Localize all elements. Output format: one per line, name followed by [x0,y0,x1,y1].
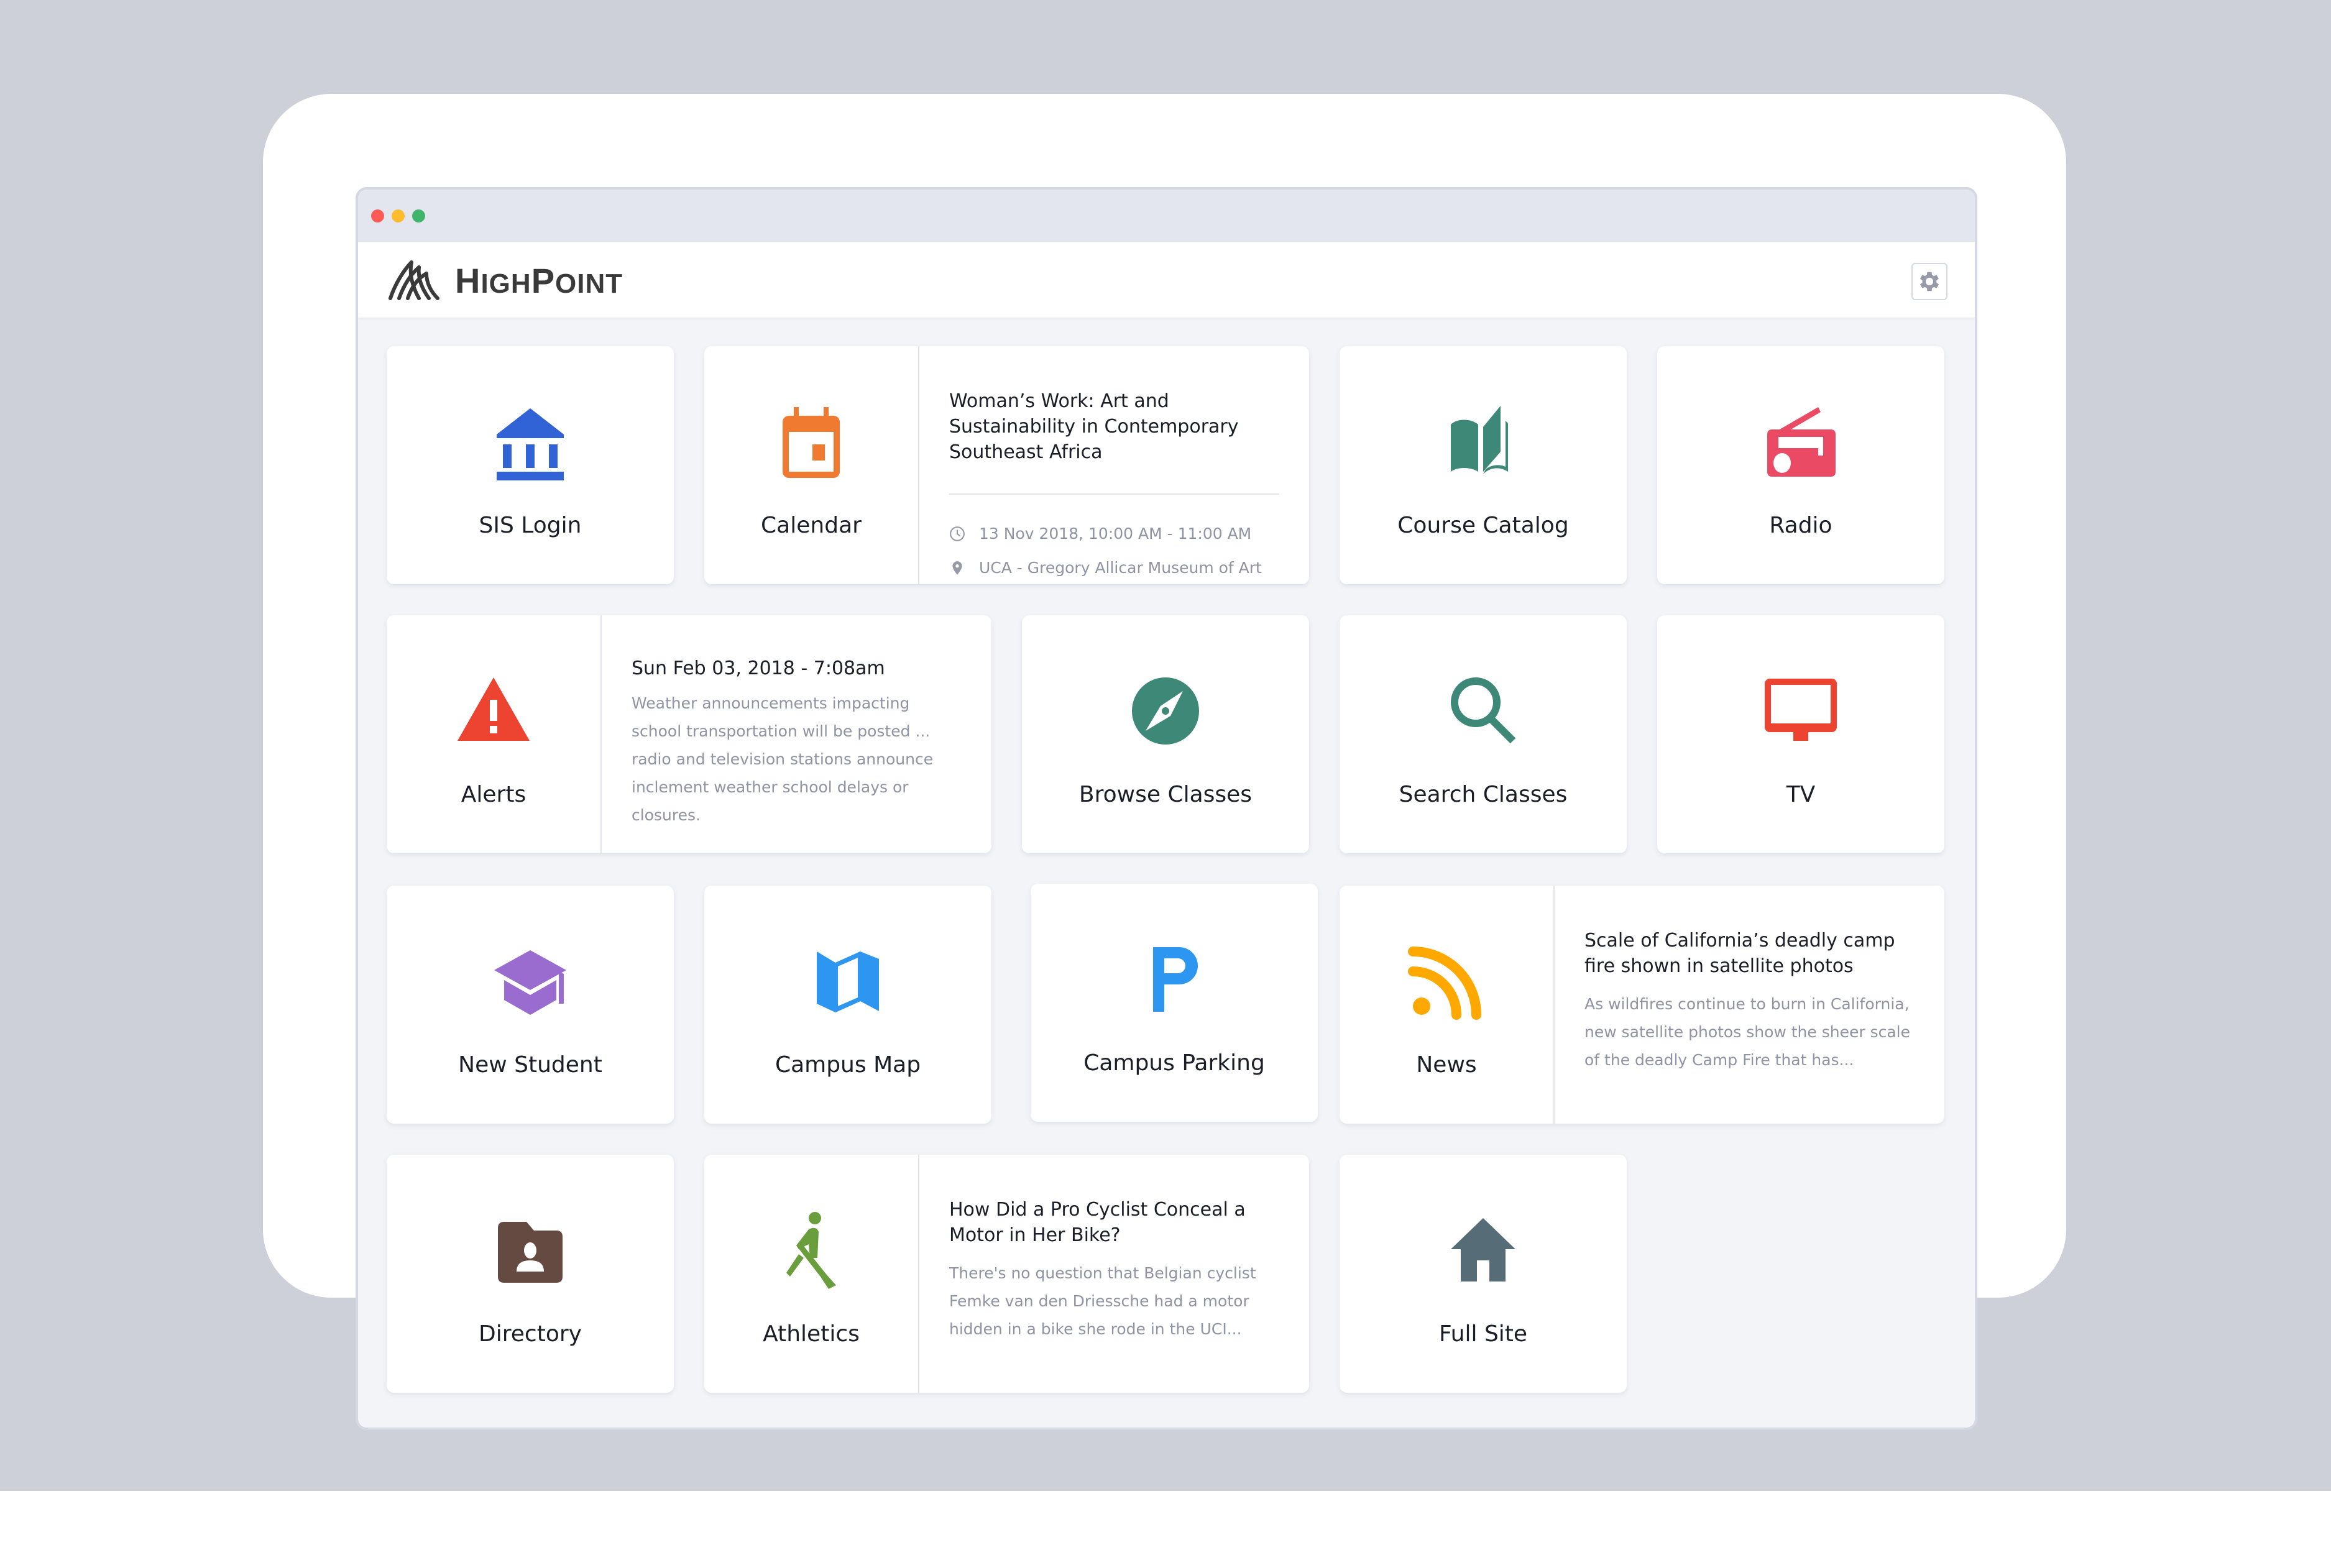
compass-icon [1132,677,1199,745]
tile-label: Radio [1769,513,1832,538]
tv-icon [1765,679,1837,741]
alert-body: Weather announcements impacting school t… [632,694,934,824]
book-icon [1451,406,1508,474]
event-location-row: UCA - Gregory Allicar Museum of Art [949,559,1279,577]
athletics-article-preview[interactable]: How Did a Pro Cyclist Conceal a Motor in… [919,1155,1309,1393]
event-time: 13 Nov 2018, 10:00 AM - 11:00 AM [979,525,1252,543]
tile-sis-login[interactable]: SIS Login [387,346,674,584]
tile-label: SIS Login [479,513,582,538]
minimize-window-button[interactable] [392,209,405,222]
tile-new-student[interactable]: New Student [387,886,674,1124]
tile-label: Browse Classes [1078,782,1253,807]
close-window-button[interactable] [371,209,384,222]
tile-label: Athletics [763,1321,860,1347]
tile-label: Directory [479,1321,582,1347]
highpoint-logo[interactable]: HIGHPOINT [388,257,623,304]
tile-label: Calendar [761,513,862,538]
tile-browse-classes[interactable]: Browse Classes [1022,615,1309,853]
gear-icon [1920,272,1939,291]
radio-icon [1767,407,1836,477]
search-icon [1451,677,1516,744]
calendar-icon [783,407,840,478]
home-icon [1451,1218,1515,1281]
tile-label: TV [1786,782,1816,807]
contacts-folder-icon [498,1222,563,1283]
tile-alerts[interactable]: Alerts Sun Feb 03, 2018 - 7:08am Weather… [387,615,991,853]
window-titlebar [358,190,1975,242]
settings-button[interactable] [1911,263,1947,300]
tile-label: Full Site [1438,1321,1528,1347]
tile-label: Course Catalog [1397,513,1569,538]
tile-directory[interactable]: Directory [387,1155,674,1393]
article-summary: As wildfires continue to burn in Califor… [1584,995,1910,1069]
event-time-row: 13 Nov 2018, 10:00 AM - 11:00 AM [949,525,1279,543]
article-summary: There's no question that Belgian cyclist… [949,1264,1256,1338]
tile-label: Alerts [461,782,526,807]
tile-tv[interactable]: TV [1657,615,1944,853]
warning-icon [457,677,530,741]
maximize-window-button[interactable] [412,209,425,222]
alert-date: Sun Feb 03, 2018 - 7:08am [632,658,885,679]
news-article-preview[interactable]: Scale of California’s deadly camp fire s… [1555,886,1944,1124]
alert-preview[interactable]: Sun Feb 03, 2018 - 7:08am Weather announ… [602,615,991,853]
tile-label: Campus Map [775,1052,921,1078]
tile-label: New Student [458,1052,602,1078]
mountain-logo-icon [388,260,439,300]
tile-athletics[interactable]: Athletics How Did a Pro Cyclist Conceal … [704,1155,1309,1393]
bank-icon [497,408,564,480]
tile-label: News [1416,1052,1477,1078]
graduation-cap-icon [494,950,566,1015]
event-title: Woman’s Work: Art and Sustainability in … [949,390,1239,463]
article-title: How Did a Pro Cyclist Conceal a Motor in… [949,1199,1246,1246]
rowing-icon [786,1212,836,1289]
tile-calendar[interactable]: Calendar Woman’s Work: Art and Sustainab… [704,346,1309,584]
tile-radio[interactable]: Radio [1657,346,1944,584]
map-pin-icon [952,561,962,575]
tile-search-classes[interactable]: Search Classes [1340,615,1627,853]
tile-news[interactable]: News Scale of California’s deadly camp f… [1340,886,1944,1124]
tile-label: Campus Parking [1083,1050,1265,1076]
app-header: HIGHPOINT [358,242,1975,318]
divider [949,493,1279,495]
tile-course-catalog[interactable]: Course Catalog [1340,346,1627,584]
tile-campus-parking[interactable]: Campus Parking [1031,884,1318,1122]
brand-name: HIGHPOINT [455,260,623,300]
article-title: Scale of California’s deadly camp fire s… [1584,930,1895,977]
parking-icon [1153,947,1198,1012]
calendar-event-preview[interactable]: Woman’s Work: Art and Sustainability in … [919,346,1309,584]
clock-icon [950,526,965,541]
rss-icon [1408,947,1481,1020]
map-icon [817,951,879,1012]
tile-label: Search Classes [1399,782,1568,807]
tile-campus-map[interactable]: Campus Map [704,886,991,1124]
tile-full-site[interactable]: Full Site [1340,1155,1627,1393]
event-location: UCA - Gregory Allicar Museum of Art [979,559,1262,577]
